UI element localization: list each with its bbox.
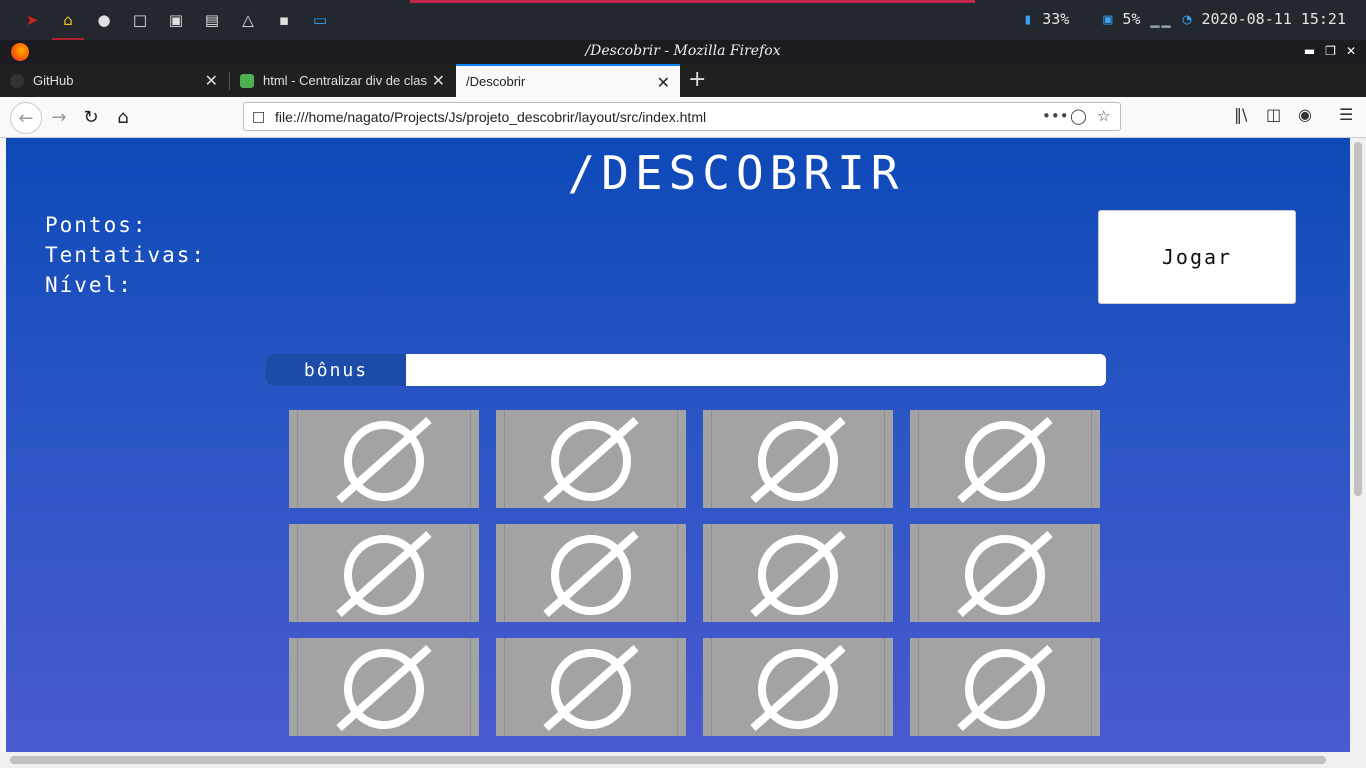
stats-panel: Pontos: Tentativas: Nível: — [45, 210, 206, 300]
bonus-bar: bônus — [266, 354, 1106, 386]
clock-icon: ◔ — [1182, 10, 1192, 28]
close-window-icon[interactable]: ✕ — [1346, 44, 1356, 58]
close-tab-icon[interactable]: ✕ — [432, 71, 445, 91]
navigation-bar: ← → ↻ ⌂ □ file:///home/nagato/Projects/J… — [0, 97, 1366, 138]
window-title: /Descobrir - Mozilla Firefox — [585, 43, 781, 59]
minimize-icon[interactable]: ▬ — [1304, 44, 1315, 58]
bookmark-star-icon[interactable]: ☆ — [1097, 107, 1110, 125]
launcher-icons: ➤ ⌂ ● □ ▣ ▤ △ ▪ ▭ — [14, 8, 338, 40]
memory-bars-icon: ▁▁ — [1150, 10, 1173, 28]
empty-set-icon — [957, 417, 1053, 503]
tab-stackoverflow[interactable]: html - Centralizar div de clas ✕ — [230, 64, 455, 97]
forward-button[interactable]: → — [47, 105, 71, 129]
level-label: Nível: — [45, 273, 133, 297]
document-icon[interactable]: ▤ — [194, 8, 230, 32]
url-text: file:///home/nagato/Projects/Js/projeto_… — [275, 109, 707, 125]
page-content: /DESCOBRIR Pontos: Tentativas: Nível: Jo… — [6, 138, 1350, 752]
tab-label: /Descobrir — [466, 74, 526, 89]
window-titlebar: /Descobrir - Mozilla Firefox ▬ ❐ ✕ — [0, 40, 1366, 64]
scrollbar-corner — [1350, 752, 1366, 768]
rocket-icon[interactable]: ➤ — [14, 8, 50, 32]
empty-set-icon — [957, 531, 1053, 617]
page-title: /DESCOBRIR — [567, 146, 905, 200]
page-actions-icon[interactable]: ••• — [1042, 107, 1069, 125]
card[interactable] — [289, 410, 479, 508]
image-icon[interactable]: ▣ — [158, 8, 194, 32]
card[interactable] — [289, 638, 479, 736]
empty-set-icon — [336, 645, 432, 731]
screen-icon[interactable]: ▭ — [302, 8, 338, 32]
new-tab-icon[interactable]: + — [688, 67, 706, 92]
maximize-icon[interactable]: ❐ — [1325, 44, 1336, 58]
vertical-scroll-thumb[interactable] — [1354, 142, 1362, 496]
horizontal-scroll-thumb[interactable] — [10, 756, 1326, 764]
card[interactable] — [703, 524, 893, 622]
github-icon — [10, 73, 24, 88]
card[interactable] — [289, 524, 479, 622]
tab-label: GitHub — [33, 73, 74, 88]
card-grid — [289, 410, 1100, 736]
page-icon: □ — [252, 109, 266, 125]
tab-strip: GitHub ✕ html - Centralizar div de clas … — [0, 64, 1366, 97]
account-icon[interactable]: ◉ — [1298, 105, 1312, 124]
empty-set-icon — [750, 645, 846, 731]
close-tab-icon[interactable]: ✕ — [657, 73, 670, 93]
system-tray: ▮ 33% ▣ 5% ▁▁ ◔ 2020-08-11 15:21 — [1023, 10, 1346, 28]
cpu-icon: ▣ — [1103, 10, 1113, 28]
play-button[interactable]: Jogar — [1098, 210, 1296, 304]
reload-button[interactable]: ↻ — [79, 105, 103, 129]
system-bar: ➤ ⌂ ● □ ▣ ▤ △ ▪ ▭ ▮ 33% ▣ 5% ▁▁ ◔ 2020-0… — [0, 0, 1366, 40]
card[interactable] — [910, 524, 1100, 622]
tab-label: html - Centralizar div de clas — [263, 73, 427, 88]
empty-set-icon — [336, 417, 432, 503]
attempts-label: Tentativas: — [45, 243, 207, 267]
close-tab-icon[interactable]: ✕ — [205, 71, 218, 91]
tab-descobrir[interactable]: /Descobrir ✕ — [456, 64, 680, 97]
menu-icon[interactable]: ☰ — [1339, 105, 1353, 124]
workspace-accent — [410, 0, 975, 3]
card[interactable] — [703, 638, 893, 736]
home-icon[interactable]: ⌂ — [50, 8, 86, 40]
empty-set-icon — [750, 531, 846, 617]
flask-icon[interactable]: △ — [230, 8, 266, 32]
tab-github[interactable]: GitHub ✕ — [0, 64, 228, 97]
battery-icon: ▮ — [1023, 10, 1033, 28]
empty-set-icon — [543, 531, 639, 617]
empty-set-icon — [336, 531, 432, 617]
stackoverflow-icon — [240, 73, 254, 88]
card[interactable] — [703, 410, 893, 508]
home-button[interactable]: ⌂ — [111, 105, 135, 129]
window-controls: ▬ ❐ ✕ — [1304, 44, 1356, 58]
vertical-scrollbar[interactable] — [1350, 138, 1366, 752]
empty-set-icon — [543, 417, 639, 503]
bonus-label: bônus — [266, 354, 406, 386]
horizontal-scrollbar[interactable] — [0, 752, 1350, 768]
library-icon[interactable]: ‖\ — [1234, 105, 1247, 124]
card[interactable] — [496, 410, 686, 508]
back-button[interactable]: ← — [10, 102, 42, 134]
card[interactable] — [496, 638, 686, 736]
empty-set-icon — [750, 417, 846, 503]
pocket-icon[interactable]: ◯ — [1070, 107, 1087, 125]
sidebar-icon[interactable]: ◫ — [1266, 105, 1281, 124]
empty-set-icon — [957, 645, 1053, 731]
terminal-icon[interactable]: ▪ — [266, 8, 302, 32]
points-label: Pontos: — [45, 213, 148, 237]
folder-icon[interactable]: □ — [122, 8, 158, 32]
url-bar[interactable]: □ file:///home/nagato/Projects/Js/projet… — [243, 102, 1121, 131]
empty-set-icon — [543, 645, 639, 731]
cpu-value: 5% — [1122, 10, 1141, 28]
datetime: 2020-08-11 15:21 — [1201, 10, 1347, 28]
battery-value: 33% — [1042, 10, 1070, 28]
card[interactable] — [910, 410, 1100, 508]
globe-icon[interactable]: ● — [86, 8, 122, 32]
card[interactable] — [910, 638, 1100, 736]
card[interactable] — [496, 524, 686, 622]
